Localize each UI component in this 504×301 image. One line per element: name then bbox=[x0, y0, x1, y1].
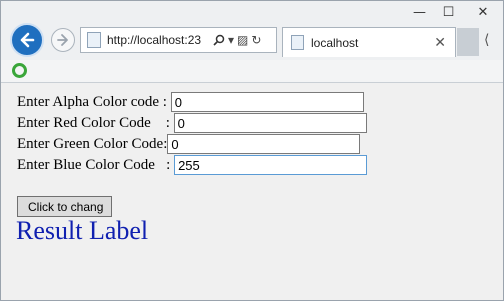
close-window-button[interactable]: ✕ bbox=[463, 1, 503, 23]
red-label: Enter Red Color Code : bbox=[17, 114, 174, 131]
navigation-bar: http://localhost:23 ▾ ▨ ↻ localhost ✕ ⟨ bbox=[1, 22, 503, 60]
tab-page-icon bbox=[291, 35, 304, 50]
command-bar bbox=[1, 60, 503, 83]
result-label: Result Label bbox=[16, 216, 149, 245]
maximize-button[interactable]: ☐ bbox=[434, 1, 463, 23]
refresh-icon[interactable]: ↻ bbox=[251, 33, 261, 47]
alpha-row: Enter Alpha Color code : bbox=[17, 91, 364, 113]
back-arrow-icon bbox=[20, 32, 35, 48]
green-row: Enter Green Color Code: bbox=[17, 133, 361, 155]
alpha-input[interactable] bbox=[170, 92, 364, 112]
green-input[interactable] bbox=[167, 134, 361, 154]
alpha-label: Enter Alpha Color code : bbox=[17, 93, 171, 110]
address-url[interactable]: http://localhost:23 bbox=[107, 33, 210, 47]
close-icon[interactable]: ✕ bbox=[434, 35, 446, 51]
page-content: Enter Alpha Color code : Enter Red Color… bbox=[1, 83, 503, 300]
address-bar[interactable]: http://localhost:23 ▾ ▨ ↻ bbox=[80, 27, 277, 53]
blue-row: Enter Blue Color Code : bbox=[17, 154, 368, 176]
dropdown-arrow-icon[interactable]: ▾ bbox=[228, 33, 234, 47]
page-icon bbox=[87, 32, 101, 48]
change-color-button[interactable]: Click to chang bbox=[17, 196, 112, 217]
address-tools: ▾ ▨ ↻ bbox=[213, 33, 261, 47]
minimize-button[interactable]: — bbox=[405, 1, 434, 23]
compatibility-view-icon[interactable]: ▨ bbox=[237, 33, 248, 47]
browser-window: — ☐ ✕ http://localhost:23 ▾ ▨ ↻ localhos… bbox=[0, 0, 504, 301]
tab-localhost[interactable]: localhost ✕ bbox=[282, 27, 456, 57]
window-controls: — ☐ ✕ bbox=[405, 1, 503, 23]
red-row: Enter Red Color Code : bbox=[17, 112, 367, 134]
tab-title: localhost bbox=[311, 35, 359, 50]
blue-input[interactable] bbox=[174, 155, 368, 175]
green-label: Enter Green Color Code: bbox=[17, 135, 168, 152]
overflow-icon[interactable]: ⟨ bbox=[484, 32, 489, 48]
new-tab-button[interactable] bbox=[457, 28, 479, 56]
blue-label: Enter Blue Color Code : bbox=[17, 156, 175, 173]
forward-button[interactable] bbox=[51, 28, 75, 52]
forward-arrow-icon bbox=[57, 34, 68, 46]
addon-icon[interactable] bbox=[12, 63, 27, 78]
red-input[interactable] bbox=[173, 113, 367, 133]
back-button[interactable] bbox=[10, 23, 44, 57]
search-icon[interactable] bbox=[213, 34, 225, 46]
